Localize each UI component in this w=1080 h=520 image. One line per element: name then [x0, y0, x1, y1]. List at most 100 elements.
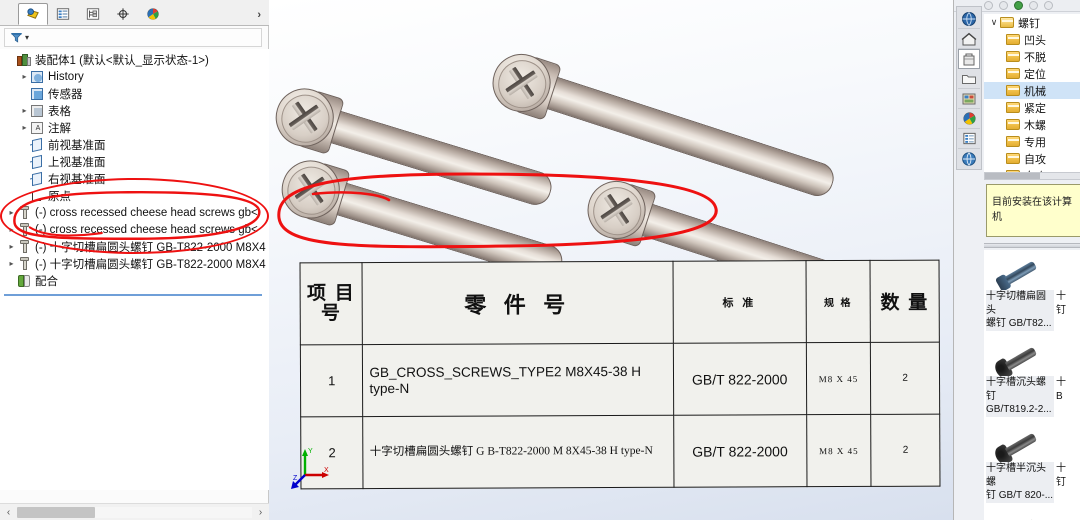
feature-tree[interactable]: 装配体1 (默认<默认_显示状态-1>) ▸ History 传感器 ▸ 表格 …	[0, 49, 269, 490]
tab-feature-manager-design-tree[interactable]	[18, 3, 48, 25]
cell-qty: 2	[870, 342, 940, 415]
tree-item-origin[interactable]: 原点	[0, 187, 269, 204]
tree-item-label: (-) 十字切槽扁圆头螺钉 GB-T822-2000 M8X4	[35, 258, 266, 271]
3dcontentcentral-icon[interactable]	[958, 149, 980, 169]
bill-of-materials-table[interactable]: 项 目 号 零 件 号 标 准 规 格 数 量 1 GB_CROSS_SCREW…	[299, 259, 941, 490]
scrollbar-thumb[interactable]	[17, 506, 95, 518]
toolbox-category-tree[interactable]: ∨ 螺钉 凹头 不脱 定位 机械 紧定 木螺 专用 自攻	[984, 14, 1080, 172]
scrollbar-track[interactable]	[17, 506, 252, 518]
table-row[interactable]: 1 GB_CROSS_SCREWS_TYPE2 M8X45-38 H type-…	[300, 342, 940, 417]
triad-x-label: X	[324, 467, 329, 474]
cell-item-no: 1	[300, 344, 364, 417]
feature-tree-horizontal-scrollbar[interactable]: ‹ ›	[0, 503, 269, 520]
tree-item-label: 专用	[1024, 136, 1046, 149]
properties-icon	[56, 8, 70, 20]
folder-icon	[1006, 68, 1020, 79]
toolbox-tree-horizontal-scrollbar[interactable]	[984, 172, 1080, 180]
tree-item-label: 不脱	[1024, 51, 1046, 64]
cell-qty: 2	[870, 414, 940, 487]
part-label: 十字切槽扁圆头 螺钉 GB/T82...	[986, 290, 1054, 331]
tree-item-tables[interactable]: ▸ 表格	[0, 102, 269, 119]
part-thumbnail	[992, 512, 1046, 520]
tree-item-label: 原点	[48, 190, 71, 203]
scrollbar-thumb[interactable]	[985, 173, 1040, 179]
tree-item-sensors[interactable]: 传感器	[0, 85, 269, 102]
toolbox-tree-item-6[interactable]: 木螺	[984, 116, 1080, 133]
tree-twisty[interactable]: ▸	[6, 208, 17, 217]
gallery-item-1[interactable]: 十字槽沉头螺钉 GB/T819.2-2... 十 B	[984, 336, 1080, 422]
table-row[interactable]: 2 十字切槽扁圆头螺钉 G B-T822-2000 M 8X45-38 H ty…	[300, 414, 940, 489]
toolbox-tree-item-5[interactable]: 紧定	[984, 99, 1080, 116]
tree-item-history[interactable]: ▸ History	[0, 68, 269, 85]
gallery-item-0[interactable]: 十字切槽扁圆头 螺钉 GB/T82... 十 钉	[984, 250, 1080, 336]
plane-icon	[30, 154, 45, 169]
scroll-right-arrow[interactable]: ›	[252, 507, 269, 518]
toolbox-part-gallery[interactable]: 十字切槽扁圆头 螺钉 GB/T82... 十 钉 十字槽沉头螺钉 GB/T819…	[984, 250, 1080, 520]
library-icon[interactable]	[1029, 1, 1038, 10]
tree-item-label: 右视基准面	[48, 173, 106, 186]
back-circle-icon[interactable]	[984, 1, 993, 10]
triad-y-label: Y	[308, 448, 313, 455]
tree-item-component-3[interactable]: ▸ (-) 十字切槽扁圆头螺钉 GB-T822-2000 M8X4	[0, 238, 269, 255]
toolbox-tree-item-3[interactable]: 定位	[984, 65, 1080, 82]
tree-item-component-2[interactable]: ▸ (-) cross recessed cheese head screws …	[0, 221, 269, 238]
tree-twisty[interactable]: ∨	[988, 17, 1000, 28]
toolbox-icon[interactable]	[958, 49, 980, 69]
tree-item-label: 木螺	[1024, 119, 1046, 132]
tree-twisty[interactable]: ▸	[6, 225, 17, 234]
mates-icon	[17, 274, 32, 288]
toolbox-tree-item-4-selected[interactable]: 机械	[984, 82, 1080, 99]
search-library-icon[interactable]	[958, 89, 980, 109]
appearances-icon[interactable]	[958, 109, 980, 129]
tree-twisty[interactable]: ▸	[6, 242, 17, 251]
tree-twisty[interactable]: ▸	[19, 123, 30, 132]
home-icon[interactable]	[958, 29, 980, 49]
tree-item-mates[interactable]: 配合	[0, 272, 269, 289]
tree-item-component-1[interactable]: ▸ (-) cross recessed cheese head screws …	[0, 204, 269, 221]
column-header-spec: 规 格	[805, 260, 871, 343]
options-icon[interactable]	[1044, 1, 1053, 10]
tab-display-manager[interactable]	[138, 3, 168, 25]
tree-item-annotations[interactable]: ▸ A 注解	[0, 119, 269, 136]
toolbox-tree-item-7[interactable]: 专用	[984, 133, 1080, 150]
sensor-icon	[30, 87, 45, 101]
tree-twisty[interactable]: ▸	[19, 72, 30, 81]
tree-item-assembly-root[interactable]: 装配体1 (默认<默认_显示状态-1>)	[0, 51, 269, 68]
tree-twisty[interactable]: ▸	[19, 106, 30, 115]
feature-manager-filter-bar[interactable]: ▾	[4, 28, 262, 47]
toolbox-tree-item-8[interactable]: 自攻	[984, 150, 1080, 167]
list-properties-icon	[962, 132, 976, 145]
appearance-icon	[147, 8, 159, 20]
graphics-viewport[interactable]: 项 目 号 零 件 号 标 准 规 格 数 量 1 GB_CROSS_SCREW…	[269, 0, 953, 520]
forward-circle-icon[interactable]	[999, 1, 1008, 10]
tree-item-component-4[interactable]: ▸ (-) 十字切槽扁圆头螺钉 GB-T822-2000 M8X4	[0, 255, 269, 272]
toolbox-tree-item-1[interactable]: 凹头	[984, 31, 1080, 48]
tree-item-label: (-) cross recessed cheese head screws gb…	[35, 223, 258, 236]
tree-item-label: 前视基准面	[48, 139, 106, 152]
add-to-library-icon[interactable]	[1014, 1, 1023, 10]
part-label-next: 十 B	[1056, 377, 1066, 402]
design-library-icon[interactable]	[958, 9, 980, 29]
toolbox-tree-item-screws[interactable]: ∨ 螺钉	[984, 14, 1080, 31]
part-thumbnail	[992, 340, 1046, 381]
custom-properties-icon[interactable]	[958, 129, 980, 149]
panel-expand-arrow[interactable]: ›	[257, 9, 261, 21]
cell-standard: GB/T 822-2000	[672, 342, 807, 416]
tab-configuration-manager[interactable]	[78, 3, 108, 25]
column-header-item-no: 项 目 号	[300, 262, 363, 345]
panel-splitter[interactable]	[984, 243, 1080, 248]
scroll-left-arrow[interactable]: ‹	[0, 507, 17, 518]
tree-twisty[interactable]: ▸	[6, 259, 17, 268]
file-explorer-icon[interactable]	[958, 69, 980, 89]
tree-item-front-plane[interactable]: 前视基准面	[0, 136, 269, 153]
tree-item-right-plane[interactable]: 右视基准面	[0, 170, 269, 187]
tree-item-top-plane[interactable]: 上视基准面	[0, 153, 269, 170]
tab-property-manager[interactable]	[48, 3, 78, 25]
gallery-item-3[interactable]: 内六角花形沉头 内	[984, 508, 1080, 520]
tree-item-label: 配合	[35, 275, 58, 288]
toolbox-tree-item-2[interactable]: 不脱	[984, 48, 1080, 65]
gallery-item-2[interactable]: 十字槽半沉头螺 钉 GB/T 820-... 十 钉	[984, 422, 1080, 508]
tab-dimxpert-manager[interactable]	[108, 3, 138, 25]
filter-dropdown-arrow[interactable]: ▾	[25, 33, 29, 42]
cell-spec: M8 X 45	[806, 414, 872, 487]
